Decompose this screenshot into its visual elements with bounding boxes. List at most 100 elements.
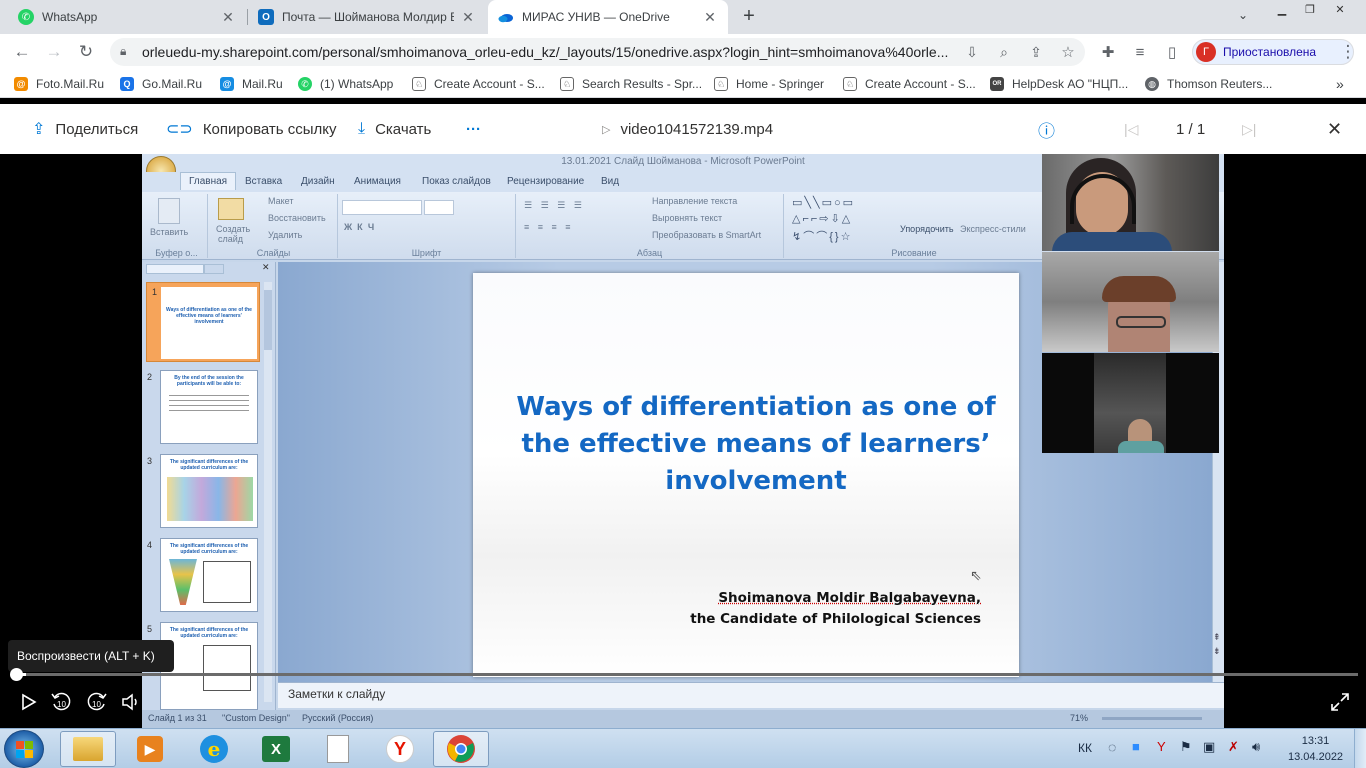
zoom-slider	[1102, 717, 1202, 720]
copy-link-label: Копировать ссылку	[202, 120, 337, 138]
lock-icon: 🔒︎	[120, 44, 127, 58]
minimize-button[interactable]: ▁	[1268, 0, 1296, 18]
reset-label: Восстановить	[268, 213, 326, 223]
reload-icon[interactable]: ↻	[74, 40, 98, 64]
show-desktop-button[interactable]	[1354, 729, 1366, 768]
bookmark-item[interactable]: ♘ Search Results - Spr...	[560, 75, 702, 93]
orleu-icon: OR	[990, 77, 1004, 91]
status-theme: "Custom Design"	[222, 713, 290, 723]
bookmark-item[interactable]: ♘ Create Account - S...	[412, 75, 545, 93]
speaker-icon[interactable]: 🔊︎	[1252, 739, 1260, 755]
window-close-button[interactable]: ✕	[1326, 0, 1354, 18]
maximize-button[interactable]: ❐	[1296, 0, 1324, 18]
side-panel-icon[interactable]: ▯	[1160, 40, 1184, 64]
display-icon[interactable]: ▣	[1203, 739, 1215, 755]
clock[interactable]: 13:31 13.04.2022	[1288, 733, 1343, 765]
bookmark-item[interactable]: OR HelpDesk АО "НЦП...	[990, 75, 1128, 93]
bookmark-item[interactable]: ✆ (1) WhatsApp	[298, 75, 393, 93]
bookmark-item[interactable]: ◍ Thomson Reuters...	[1145, 75, 1272, 93]
bookmark-star-icon[interactable]: ☆	[1056, 40, 1080, 64]
forward-10-button[interactable]: 10	[84, 689, 110, 715]
outlook-icon: O	[258, 9, 274, 25]
tab-title: Почта — Шойманова Молдир Е	[282, 10, 454, 24]
extensions-icon[interactable]: ✚	[1096, 40, 1120, 64]
bookmark-item[interactable]: ♘ Home - Springer	[714, 75, 824, 93]
last-page-icon[interactable]: ▷|	[1242, 118, 1256, 140]
bookmark-item[interactable]: @ Mail.Ru	[220, 75, 283, 93]
bookmark-item[interactable]: @ Foto.Mail.Ru	[14, 75, 104, 93]
taskbar-yandex[interactable]: Y	[372, 731, 428, 767]
seek-handle[interactable]	[10, 668, 23, 681]
close-icon[interactable]: ✕	[702, 9, 718, 26]
taskbar-excel[interactable]: X	[248, 731, 304, 767]
start-button[interactable]	[4, 730, 44, 768]
browser-toolbar: ← → ↻ 🔒︎ orleuedu-my.sharepoint.com/pers…	[0, 34, 1366, 70]
more-options-button[interactable]: ···	[466, 118, 481, 140]
taskbar-ie[interactable]: e	[186, 731, 242, 767]
seek-bar[interactable]	[16, 673, 1358, 676]
thumbnail-title: By the end of the session the participan…	[174, 375, 244, 387]
zoom-icon[interactable]: ⌕	[992, 40, 1016, 64]
tab-whatsapp[interactable]: ✆ WhatsApp ✕	[8, 0, 246, 34]
info-icon[interactable]: ⓘ	[1038, 118, 1055, 141]
zoom-tray-icon[interactable]: ■	[1132, 739, 1140, 754]
media-icon[interactable]: ≡	[1128, 40, 1152, 64]
browser-tab-strip: ✆ WhatsApp ✕ O Почта — Шойманова Молдир …	[0, 0, 1366, 34]
slides-tab	[146, 264, 204, 274]
close-icon[interactable]: ✕	[220, 9, 236, 26]
windows-logo-part	[25, 741, 33, 749]
forward-arrow-icon[interactable]: →	[42, 40, 66, 64]
taskbar-chrome[interactable]	[433, 731, 489, 767]
flag-icon[interactable]: ⚑	[1180, 739, 1192, 755]
install-icon[interactable]: ⇩	[960, 40, 984, 64]
share-icon: ⇪	[32, 121, 46, 138]
participant-shoulders	[1052, 232, 1172, 251]
new-tab-button[interactable]: +	[738, 6, 760, 28]
yandex-tray-icon[interactable]: Y	[1157, 739, 1166, 754]
bookmark-item[interactable]: ♘ Create Account - S...	[843, 75, 976, 93]
slide-thumbnail-content: Ways of differentiation as one of the ef…	[161, 287, 257, 359]
taskbar-file[interactable]	[310, 731, 366, 767]
menu-icon[interactable]: ⋮	[1336, 40, 1360, 64]
first-page-icon[interactable]: |◁	[1124, 118, 1138, 140]
volume-button[interactable]	[118, 689, 144, 715]
svg-text:10: 10	[57, 700, 66, 709]
windows-logo-icon	[16, 741, 24, 749]
close-viewer-icon[interactable]: ✕	[1327, 118, 1342, 140]
bookmarks-overflow-icon[interactable]: »	[1336, 75, 1344, 93]
slide-number: 4	[147, 540, 153, 550]
ribbon-tab: Показ слайдов	[422, 176, 491, 187]
rewind-10-button[interactable]: 10	[48, 689, 74, 715]
slide-number: 5	[147, 624, 153, 634]
keyboard-language[interactable]: КК	[1078, 741, 1092, 755]
excel-icon: X	[262, 736, 290, 762]
close-icon[interactable]: ✕	[460, 9, 476, 26]
back-arrow-icon[interactable]: ←	[10, 40, 34, 64]
play-icon	[22, 693, 37, 711]
glasses-icon	[1116, 316, 1166, 328]
network-status-icon[interactable]: ◌	[1108, 739, 1116, 755]
font-size-box	[424, 200, 454, 215]
network-disconnected-icon[interactable]: ✗	[1228, 739, 1239, 755]
download-button[interactable]: ⤓ Скачать	[358, 118, 431, 140]
copy-link-button[interactable]: ⊂⊃ Копировать ссылку	[166, 118, 337, 140]
tab-onedrive[interactable]: МИРАС УНИВ — OneDrive ✕	[488, 0, 728, 34]
tab-search-chevron-icon[interactable]: ⌄	[1238, 8, 1248, 22]
springer-icon: ♘	[560, 77, 574, 91]
slide-notes: Заметки к слайду	[278, 682, 1224, 708]
thumbnail-title: Ways of differentiation as one of the ef…	[166, 307, 252, 325]
share-button[interactable]: ⇪ Поделиться	[32, 118, 138, 140]
address-bar[interactable]: 🔒︎ orleuedu-my.sharepoint.com/personal/s…	[110, 38, 1085, 66]
forward-10-icon: 10	[87, 692, 107, 711]
tab-mail[interactable]: O Почта — Шойманова Молдир Е ✕	[248, 0, 486, 34]
profile-button[interactable]: Г Приостановлена	[1192, 39, 1354, 65]
play-button[interactable]	[15, 689, 41, 715]
taskbar-explorer[interactable]	[60, 731, 116, 767]
bookmark-item[interactable]: Q Go.Mail.Ru	[120, 75, 202, 93]
share-icon[interactable]: ⇪	[1024, 40, 1048, 64]
bookmark-label: Mail.Ru	[242, 77, 283, 91]
fullscreen-button[interactable]	[1327, 689, 1353, 715]
taskbar-media-player[interactable]: ▶	[122, 731, 178, 767]
paste-label: Вставить	[150, 227, 189, 237]
slide-thumbnail: By the end of the session the participan…	[160, 370, 258, 444]
